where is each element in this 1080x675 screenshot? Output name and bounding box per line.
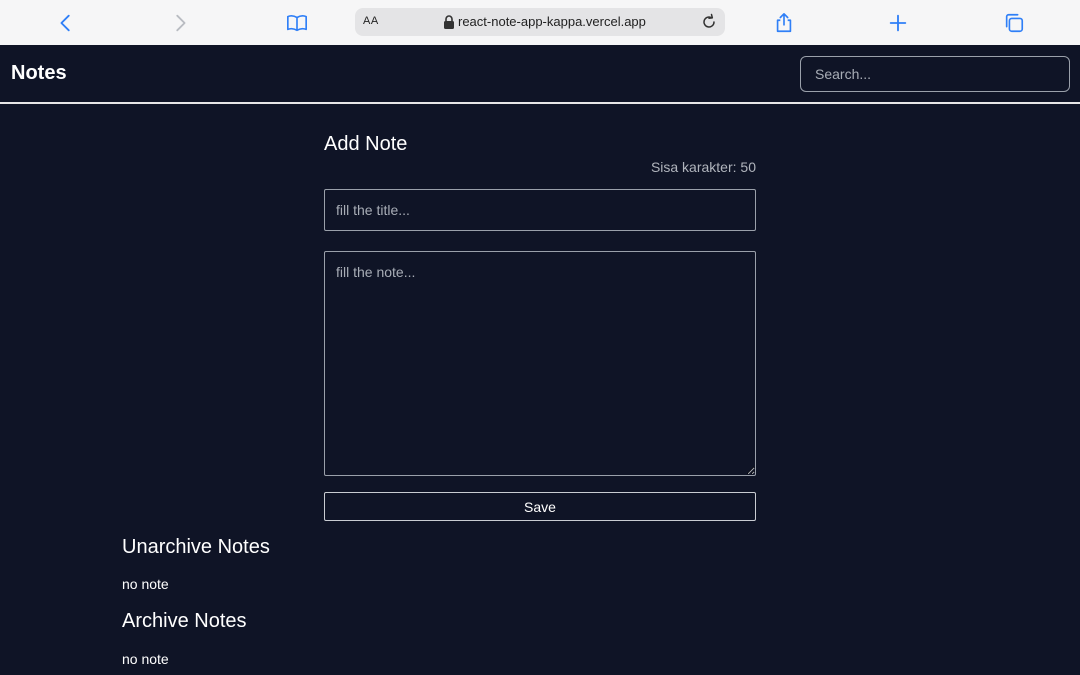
share-icon[interactable] [769,8,799,38]
reader-aa-button[interactable]: AA [363,15,379,27]
search-input[interactable] [800,56,1070,92]
archive-empty-message: no note [122,651,169,667]
back-icon[interactable] [51,8,81,38]
reload-icon[interactable] [699,12,719,32]
tabs-icon[interactable] [999,8,1029,38]
unarchive-empty-message: no note [122,576,169,592]
save-button[interactable]: Save [324,492,756,521]
add-note-heading: Add Note [324,133,408,155]
browser-toolbar: AA react-note-app-kappa.vercel.app [0,0,1080,45]
note-body-textarea[interactable] [324,251,756,476]
new-tab-icon[interactable] [883,8,913,38]
app-title: Notes [11,62,67,84]
address-bar[interactable]: AA react-note-app-kappa.vercel.app [355,8,725,36]
archive-notes-heading: Archive Notes [122,610,247,632]
note-title-input[interactable] [324,189,756,231]
app-header: Notes [0,45,1080,104]
bookmarks-icon[interactable] [282,8,312,38]
url-text: react-note-app-kappa.vercel.app [458,14,646,29]
char-counter: Sisa karakter: 50 [650,159,756,175]
forward-icon[interactable] [165,8,195,38]
lock-icon [444,15,454,29]
unarchive-notes-heading: Unarchive Notes [122,536,270,558]
